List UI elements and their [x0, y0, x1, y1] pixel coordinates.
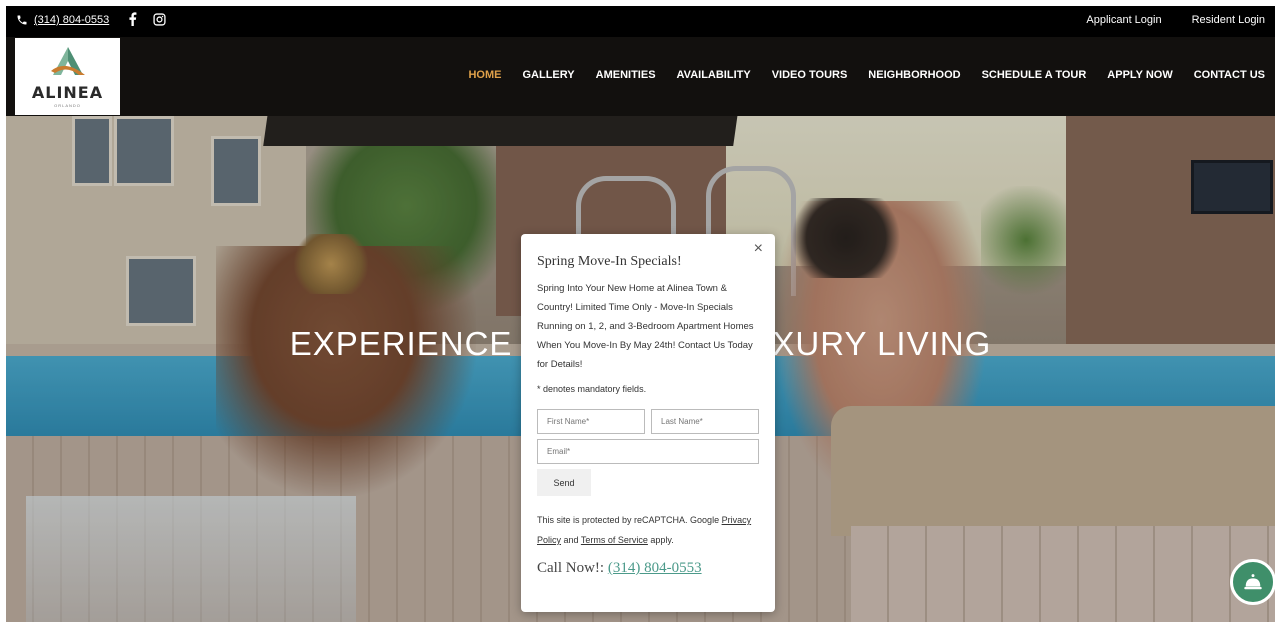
- email-field[interactable]: [537, 439, 759, 464]
- hero-headline-right: XURY LIVING: [772, 325, 992, 362]
- alinea-logo-mark: [50, 47, 85, 75]
- login-links: Applicant Login Resident Login: [1086, 14, 1265, 26]
- first-name-field[interactable]: [537, 409, 645, 434]
- nav-item-video-tours[interactable]: VIDEO TOURS: [772, 69, 848, 81]
- page-frame: (314) 804-0553 Applicant Login Resident …: [6, 6, 1275, 622]
- last-name-field[interactable]: [651, 409, 759, 434]
- facebook-icon[interactable]: [128, 12, 137, 26]
- and-text: and: [561, 535, 581, 545]
- popup-body: Spring Into Your New Home at Alinea Town…: [537, 283, 754, 370]
- close-icon[interactable]: ×: [754, 240, 763, 258]
- concierge-chat-button[interactable]: [1230, 559, 1275, 605]
- logo-tagline: ORLANDO: [54, 103, 81, 108]
- site-logo[interactable]: ALINEA ORLANDO: [15, 38, 120, 115]
- send-button[interactable]: Send: [537, 469, 591, 496]
- call-now-label: Call Now!:: [537, 560, 605, 576]
- site-header: ALINEA ORLANDO HOME GALLERY AMENITIES AV…: [6, 37, 1275, 116]
- call-now: Call Now!: (314) 804-0553: [537, 560, 759, 577]
- topbar-phone[interactable]: (314) 804-0553: [16, 14, 109, 26]
- mandatory-note: * denotes mandatory fields.: [537, 384, 647, 394]
- bell-icon: [1244, 574, 1262, 590]
- main-nav: HOME GALLERY AMENITIES AVAILABILITY VIDE…: [468, 69, 1265, 81]
- phone-link[interactable]: (314) 804-0553: [34, 14, 109, 26]
- apply-text: apply.: [647, 535, 674, 545]
- nav-item-contact-us[interactable]: CONTACT US: [1194, 69, 1265, 81]
- instagram-icon[interactable]: [153, 12, 166, 26]
- popup-title: Spring Move-In Specials!: [537, 254, 682, 269]
- recaptcha-text: This site is protected by reCAPTCHA. Goo…: [537, 515, 720, 525]
- nav-item-apply-now[interactable]: APPLY NOW: [1107, 69, 1172, 81]
- phone-icon: [17, 15, 27, 25]
- applicant-login-link[interactable]: Applicant Login: [1086, 14, 1161, 26]
- resident-login-link[interactable]: Resident Login: [1192, 14, 1265, 26]
- logo-wordmark: ALINEA: [31, 83, 104, 102]
- nav-item-neighborhood[interactable]: NEIGHBORHOOD: [868, 69, 960, 81]
- call-now-phone-link[interactable]: (314) 804-0553: [608, 560, 702, 576]
- nav-item-amenities[interactable]: AMENITIES: [596, 69, 656, 81]
- recaptcha-notice: This site is protected by reCAPTCHA. Goo…: [537, 510, 759, 550]
- nav-item-availability[interactable]: AVAILABILITY: [677, 69, 751, 81]
- nav-item-schedule-a-tour[interactable]: SCHEDULE A TOUR: [982, 69, 1087, 81]
- nav-item-home[interactable]: HOME: [468, 69, 501, 81]
- social-links: [128, 12, 166, 26]
- hero-headline-left: EXPERIENCE: [289, 325, 513, 362]
- top-utility-bar: (314) 804-0553 Applicant Login Resident …: [6, 6, 1275, 37]
- name-fields-row: [537, 409, 759, 434]
- terms-of-service-link[interactable]: Terms of Service: [581, 535, 648, 545]
- nav-item-gallery[interactable]: GALLERY: [522, 69, 574, 81]
- specials-popup: × Spring Move-In Specials! Spring Into Y…: [521, 234, 775, 612]
